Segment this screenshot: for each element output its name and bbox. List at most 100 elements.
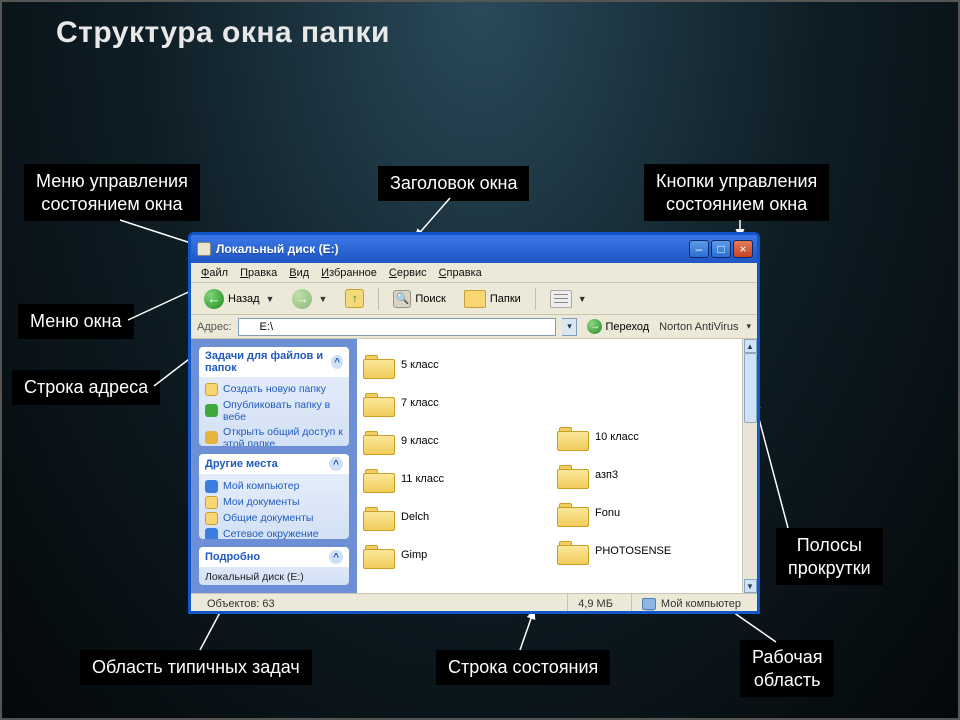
up-button[interactable] — [338, 286, 371, 311]
close-button[interactable]: × — [733, 240, 753, 258]
search-icon — [393, 290, 411, 308]
folder-item[interactable]: Fonu — [557, 495, 727, 531]
separator — [535, 288, 536, 310]
folder-icon — [205, 512, 218, 525]
menu-edit[interactable]: Правка — [240, 267, 277, 279]
folders-label: Папки — [490, 293, 521, 305]
panel-details: Подробно ^ Локальный диск (E:) — [199, 547, 349, 585]
task-share[interactable]: Открыть общий доступ к этой папке — [205, 424, 343, 446]
folders-button[interactable]: Папки — [457, 287, 528, 311]
address-label: Адрес: — [197, 321, 232, 333]
scroll-down-icon[interactable]: ▼ — [744, 579, 757, 593]
place-network[interactable]: Сетевое окружение — [205, 526, 343, 539]
search-label: Поиск — [415, 293, 445, 305]
scrollbar-vertical[interactable]: ▲ ▼ — [742, 339, 757, 593]
folder-item[interactable]: Delch — [363, 499, 533, 535]
folder-label: 11 класс — [401, 473, 444, 485]
content-area[interactable]: 5 класс 7 класс 9 класс 11 класс Delch Gimp 1… — [357, 339, 757, 593]
folder-icon — [557, 425, 587, 449]
panel-header: Другие места — [205, 458, 278, 470]
folder-icon — [205, 496, 218, 509]
address-input[interactable]: E:\ — [238, 318, 557, 336]
label-system-menu: Меню управления состоянием окна — [24, 164, 200, 221]
collapse-icon[interactable]: ^ — [329, 457, 343, 471]
menu-help[interactable]: Справка — [439, 267, 482, 279]
folder-label: Fonu — [595, 507, 620, 519]
drive-icon — [197, 242, 211, 256]
views-button[interactable]: ▼ — [543, 287, 594, 311]
forward-icon: → — [292, 289, 312, 309]
place-shared-docs[interactable]: Общие документы — [205, 510, 343, 526]
chevron-down-icon: ▼ — [266, 294, 275, 304]
up-icon — [345, 289, 364, 308]
details-text: Локальный диск (E:) — [199, 567, 349, 585]
search-button[interactable]: Поиск — [386, 287, 452, 311]
menu-bar: Файл Правка Вид Избранное Сервис Справка — [191, 263, 757, 283]
status-location: Мой компьютер — [631, 594, 751, 613]
status-objects: Объектов: 63 — [197, 594, 397, 613]
folder-icon — [557, 539, 587, 563]
folder-icon — [363, 429, 393, 453]
back-label: Назад — [228, 293, 260, 305]
folder-label: 10 класс — [595, 431, 639, 443]
explorer-window: Локальный диск (E:) – □ × Файл Правка Ви… — [188, 232, 760, 614]
folder-icon — [363, 391, 393, 415]
menu-view[interactable]: Вид — [289, 267, 309, 279]
address-value: E:\ — [260, 321, 273, 333]
label-workarea: Рабочая область — [740, 640, 834, 697]
forward-button[interactable]: → ▼ — [285, 286, 334, 312]
back-icon: ← — [204, 289, 224, 309]
norton-button[interactable]: Norton AntiVirus — [659, 321, 738, 333]
folder-item[interactable]: 7 класс — [363, 385, 533, 421]
folder-label: Delch — [401, 511, 429, 523]
task-new-folder[interactable]: Создать новую папку — [205, 381, 343, 397]
folder-item[interactable]: 5 класс — [363, 347, 533, 383]
window-title: Локальный диск (E:) — [216, 242, 689, 256]
address-dropdown[interactable]: ▾ — [562, 318, 577, 336]
computer-icon — [642, 598, 656, 610]
go-button[interactable]: → Переход — [583, 319, 653, 334]
back-button[interactable]: ← Назад ▼ — [197, 286, 281, 312]
menu-fav[interactable]: Избранное — [321, 267, 377, 279]
address-bar: Адрес: E:\ ▾ → Переход Norton AntiVirus … — [191, 315, 757, 339]
folder-label: 5 класс — [401, 359, 439, 371]
collapse-icon[interactable]: ^ — [329, 550, 343, 564]
folder-item[interactable]: 10 класс — [557, 419, 727, 455]
folder-label: азп3 — [595, 469, 618, 481]
task-publish[interactable]: Опубликовать папку в вебе — [205, 397, 343, 424]
label-control-buttons: Кнопки управления состоянием окна — [644, 164, 829, 221]
place-my-computer[interactable]: Мой компьютер — [205, 478, 343, 494]
label-statusbar: Строка состояния — [436, 650, 610, 685]
menu-file[interactable]: Файл — [201, 267, 228, 279]
folder-icon — [557, 501, 587, 525]
scroll-thumb[interactable] — [744, 353, 757, 423]
maximize-button[interactable]: □ — [711, 240, 731, 258]
titlebar[interactable]: Локальный диск (E:) – □ × — [191, 235, 757, 263]
panel-header: Подробно — [205, 551, 260, 563]
minimize-button[interactable]: – — [689, 240, 709, 258]
folder-item[interactable]: PHOTOSENSE — [557, 533, 727, 569]
folder-icon — [363, 505, 393, 529]
collapse-icon[interactable]: ^ — [331, 355, 343, 369]
label-tasks-area: Область типичных задач — [80, 650, 312, 685]
folder-item[interactable]: азп3 — [557, 457, 727, 493]
folder-label: 7 класс — [401, 397, 439, 409]
status-bar: Объектов: 63 4,9 МБ Мой компьютер — [191, 593, 757, 613]
place-my-docs[interactable]: Мои документы — [205, 494, 343, 510]
folder-icon — [363, 543, 393, 567]
scroll-up-icon[interactable]: ▲ — [744, 339, 757, 353]
folder-icon — [557, 463, 587, 487]
folder-label: PHOTOSENSE — [595, 545, 671, 557]
drive-icon — [243, 321, 256, 333]
label-scrollbars: Полосы прокрутки — [776, 528, 883, 585]
folder-item[interactable]: Gimp — [363, 537, 533, 573]
toolbar: ← Назад ▼ → ▼ Поиск Папки ▼ — [191, 283, 757, 315]
folder-item[interactable]: 11 класс — [363, 461, 533, 497]
menu-tools[interactable]: Сервис — [389, 267, 427, 279]
folder-icon — [205, 383, 218, 396]
folder-item[interactable]: 9 класс — [363, 423, 533, 459]
folder-icon — [363, 467, 393, 491]
chevron-down-icon: ▼ — [318, 294, 327, 304]
share-icon — [205, 431, 218, 444]
folder-icon — [363, 353, 393, 377]
